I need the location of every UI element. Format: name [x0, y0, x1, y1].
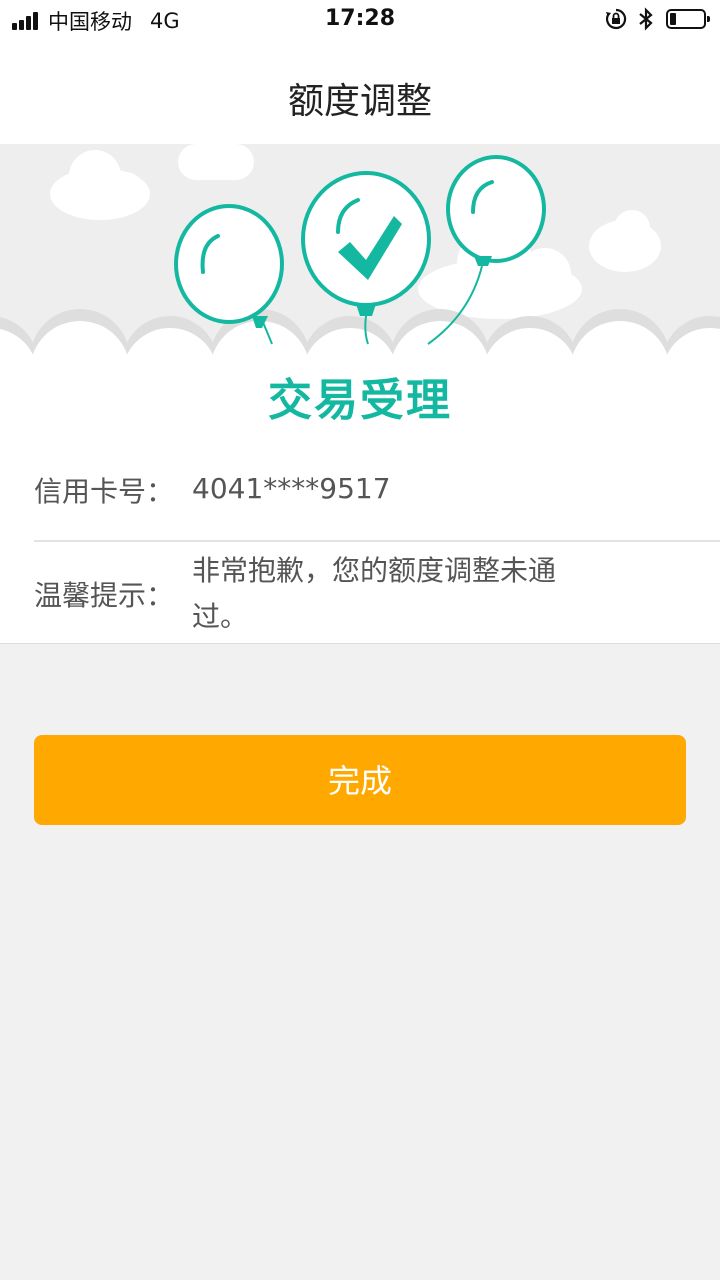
done-button[interactable]: 完成: [34, 735, 686, 825]
result-banner: 交易受理: [0, 144, 720, 444]
result-title: 交易受理: [268, 375, 452, 426]
checkmark-balloon-icon: [301, 171, 431, 316]
tip-message: 非常抱歉，您的额度调整未通过。: [192, 554, 557, 633]
card-number-label: 信用卡号：: [34, 475, 175, 508]
page-title: 额度调整: [287, 81, 432, 122]
card-number-value: 4041****9517: [192, 472, 391, 505]
orientation-lock-icon: [605, 8, 627, 30]
row-divider: [34, 540, 720, 542]
status-right: [604, 7, 710, 31]
nav-bar: 额度调整: [0, 40, 720, 144]
status-bar: 中国移动 4G 17:28: [0, 0, 720, 40]
bluetooth-icon: [639, 7, 653, 31]
info-panel: 信用卡号： 4041****9517 温馨提示： 非常抱歉，您的额度调整未通过。: [0, 444, 720, 644]
tip-label: 温馨提示：: [34, 579, 175, 612]
battery-icon: [666, 9, 710, 29]
